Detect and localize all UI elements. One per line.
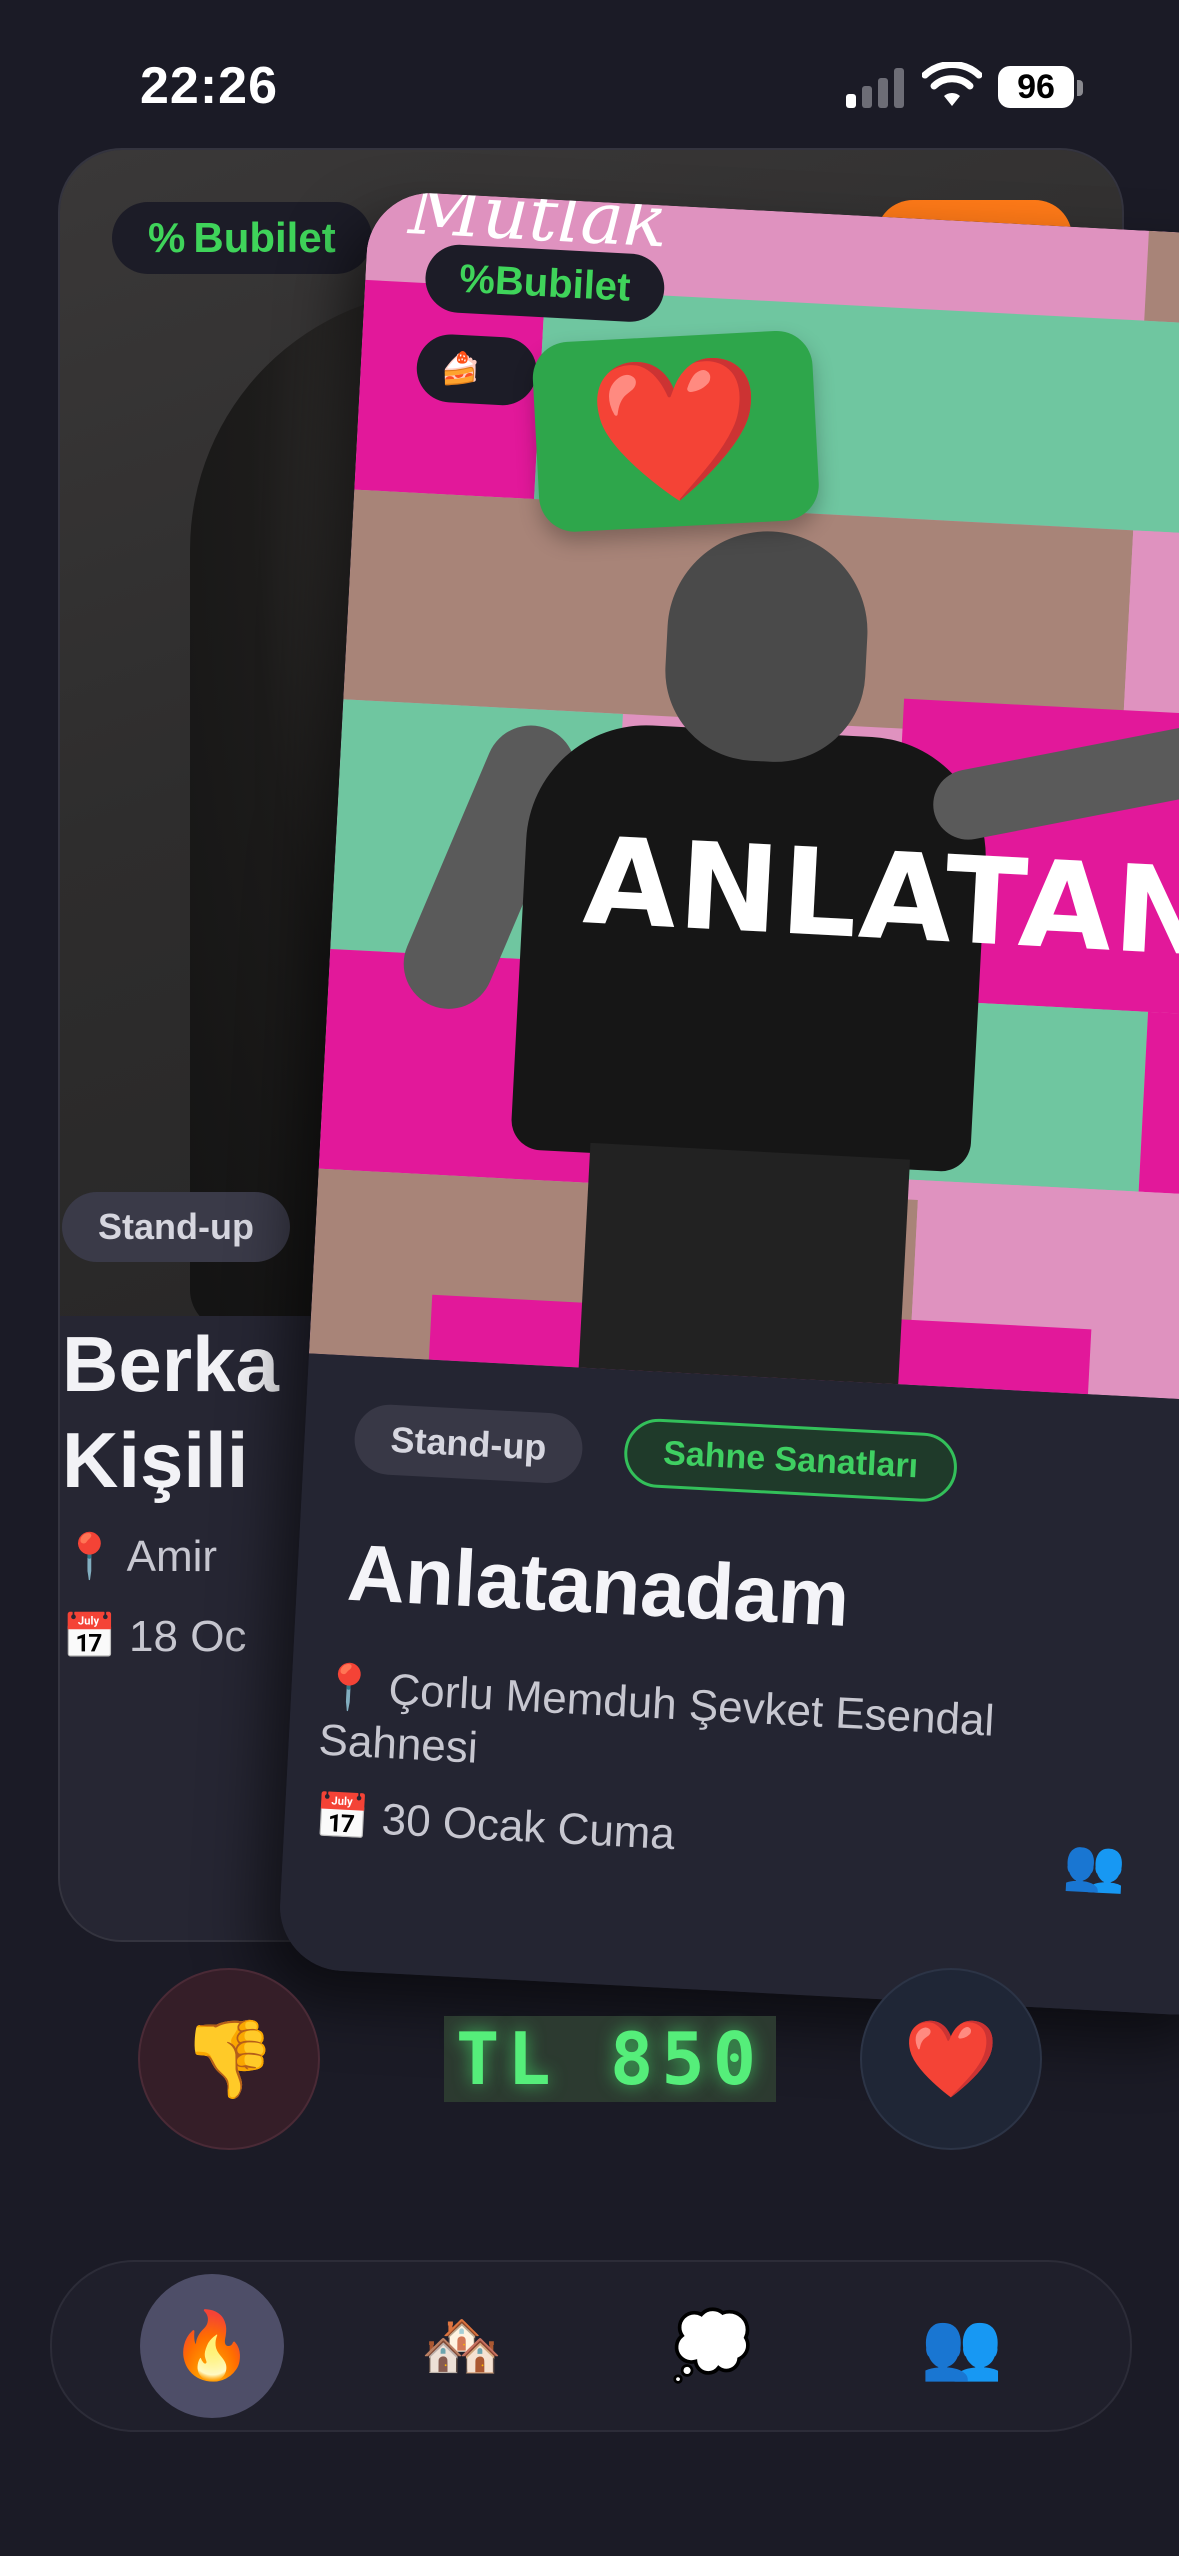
- ticket-price: TL 850: [444, 2016, 777, 2102]
- logo-leaf-icon: %: [458, 256, 497, 303]
- event-poster: ANLATANAD Mutlak % Bubilet 🍰 ❤️: [309, 190, 1179, 1404]
- battery-tip: [1077, 80, 1083, 96]
- venue-text: Amir: [126, 1532, 218, 1581]
- thumbs-down-icon: 👎: [181, 2017, 277, 2102]
- nav-discover[interactable]: 🔥: [140, 2274, 284, 2418]
- brand-name: Bubilet: [193, 214, 336, 261]
- cellular-signal-icon: [846, 66, 904, 108]
- nav-friends[interactable]: 👥: [890, 2274, 1034, 2418]
- event-title: Berka Kişili: [62, 1316, 279, 1508]
- nav-chat[interactable]: 💭: [640, 2274, 784, 2418]
- calendar-icon: 📅: [62, 1612, 117, 1661]
- fire-icon: 🔥: [170, 2308, 254, 2382]
- event-card-front[interactable]: ANLATANAD Mutlak % Bubilet 🍰 ❤️ Stand-up…: [276, 190, 1179, 2018]
- event-date: 📅 18 Oc: [62, 1610, 246, 1662]
- event-venue: 📍 Amir: [62, 1530, 217, 1582]
- cake-icon: 🍰: [439, 349, 482, 389]
- category-tag: Stand-up: [62, 1192, 290, 1262]
- event-title-line: Berka: [62, 1320, 279, 1408]
- heart-icon: ❤️: [903, 2017, 999, 2102]
- like-stamp-heart-icon: ❤️: [531, 329, 821, 534]
- pin-icon: 📍: [320, 1661, 378, 1714]
- wifi-icon: [922, 62, 982, 106]
- logo-leaf-icon: %: [148, 214, 186, 261]
- thought-bubble-icon: 💭: [670, 2308, 754, 2382]
- date-text: 18 Oc: [129, 1612, 247, 1661]
- nav-venues[interactable]: 🏘️: [390, 2274, 534, 2418]
- bottom-navigation: 🔥 🏘️ 💭 👥: [50, 2260, 1132, 2432]
- people-icon: 👥: [920, 2308, 1004, 2382]
- calendar-icon: 📅: [313, 1791, 371, 1844]
- event-title-line: Kişili: [62, 1416, 249, 1504]
- bubilet-logo: % Bubilet: [112, 202, 372, 274]
- dislike-button[interactable]: 👎: [138, 1968, 320, 2150]
- category-tag-standup: Stand-up: [352, 1402, 585, 1485]
- brand-name: Bubilet: [493, 258, 632, 310]
- pin-icon: 📍: [62, 1532, 117, 1581]
- like-button[interactable]: ❤️: [860, 1968, 1042, 2150]
- houses-icon: 🏘️: [420, 2308, 504, 2382]
- status-time: 22:26: [140, 57, 278, 115]
- attendees-icon[interactable]: 👥: [1062, 1835, 1127, 1897]
- bubilet-logo: % Bubilet: [423, 243, 667, 324]
- category-chip: 🍰: [415, 332, 539, 407]
- battery-indicator: 96: [998, 66, 1074, 108]
